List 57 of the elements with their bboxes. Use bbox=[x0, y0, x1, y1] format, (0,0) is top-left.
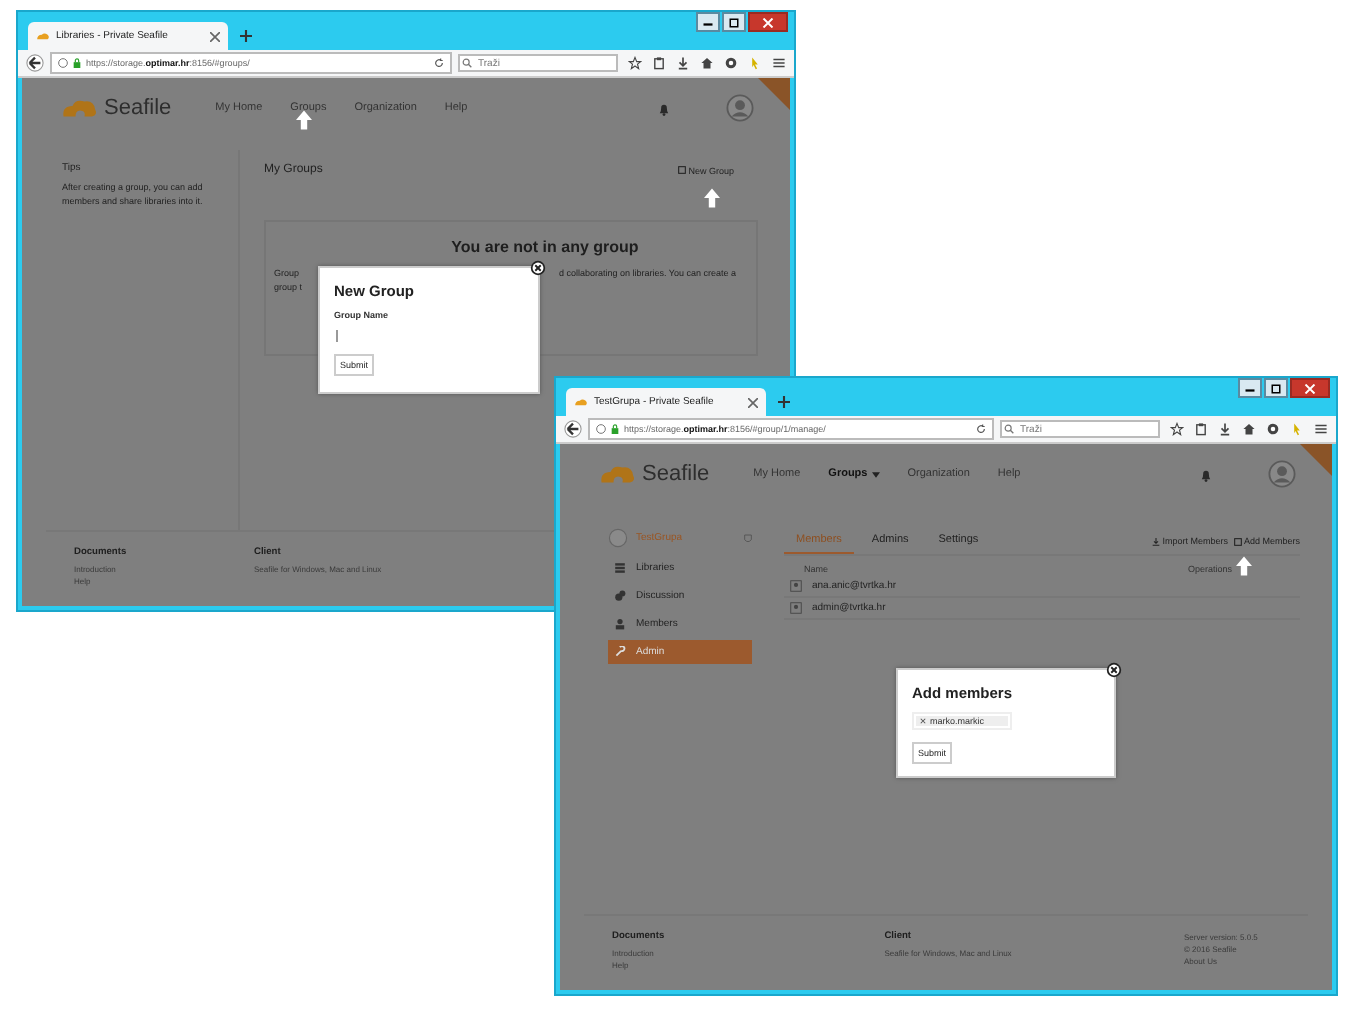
group-avatar-icon bbox=[608, 528, 628, 548]
empty-title: You are not in any group bbox=[449, 238, 641, 256]
lock-icon bbox=[72, 58, 82, 68]
minimize-icon bbox=[1244, 383, 1256, 393]
maximize-icon bbox=[1270, 383, 1282, 393]
star-icon[interactable] bbox=[1170, 422, 1184, 436]
info-icon bbox=[596, 424, 606, 434]
home-icon[interactable] bbox=[1242, 422, 1256, 436]
new-tab-icon[interactable] bbox=[778, 396, 790, 408]
close-button[interactable] bbox=[748, 12, 788, 32]
new-tab-icon[interactable] bbox=[240, 30, 252, 42]
info-icon bbox=[58, 58, 68, 68]
menu-icon[interactable] bbox=[772, 56, 786, 70]
close-icon bbox=[1304, 383, 1316, 393]
reload-icon[interactable] bbox=[976, 424, 986, 434]
shield-icon bbox=[744, 533, 752, 543]
clipboard-icon[interactable] bbox=[652, 56, 666, 70]
cloud-logo-icon bbox=[574, 397, 588, 407]
maximize-button[interactable] bbox=[722, 12, 746, 32]
bell-icon[interactable] bbox=[658, 101, 670, 115]
close-icon[interactable] bbox=[530, 260, 546, 276]
minimize-button[interactable] bbox=[696, 12, 720, 32]
stack-icon bbox=[614, 562, 626, 574]
back-icon[interactable] bbox=[26, 54, 44, 72]
cloud-logo-icon bbox=[62, 97, 98, 119]
clipboard-icon[interactable] bbox=[1194, 422, 1208, 436]
user-avatar-icon bbox=[790, 580, 802, 592]
person-icon bbox=[614, 618, 626, 630]
download-icon bbox=[1152, 537, 1161, 545]
back-icon[interactable] bbox=[564, 420, 582, 438]
star-icon[interactable] bbox=[628, 56, 642, 70]
caret-icon bbox=[871, 471, 880, 477]
remove-icon[interactable] bbox=[920, 718, 926, 724]
download-icon[interactable] bbox=[676, 56, 690, 70]
arrow-up-icon bbox=[704, 188, 720, 208]
cloud-logo-icon bbox=[36, 31, 50, 41]
close-icon bbox=[762, 17, 774, 27]
minimize-button[interactable] bbox=[1238, 378, 1262, 398]
maximize-icon bbox=[728, 17, 740, 27]
logo-text: Seafile bbox=[642, 462, 710, 486]
menu-icon[interactable] bbox=[1314, 422, 1328, 436]
home-icon[interactable] bbox=[700, 56, 714, 70]
maximize-button[interactable] bbox=[1264, 378, 1288, 398]
arrow-up-icon bbox=[1236, 556, 1252, 576]
bell-icon[interactable] bbox=[1200, 467, 1212, 481]
logo-text: Seafile bbox=[104, 96, 172, 120]
reload-icon[interactable] bbox=[434, 58, 444, 68]
lock-icon bbox=[610, 424, 620, 434]
cloud-logo-icon bbox=[600, 463, 636, 485]
download-icon[interactable] bbox=[1218, 422, 1232, 436]
minimize-icon bbox=[702, 17, 714, 27]
search-icon bbox=[462, 58, 472, 68]
close-button[interactable] bbox=[1290, 378, 1330, 398]
arrow-up-icon bbox=[296, 110, 312, 130]
user-avatar-icon bbox=[790, 602, 802, 614]
close-icon[interactable] bbox=[1106, 662, 1122, 678]
search-icon bbox=[1004, 424, 1014, 434]
